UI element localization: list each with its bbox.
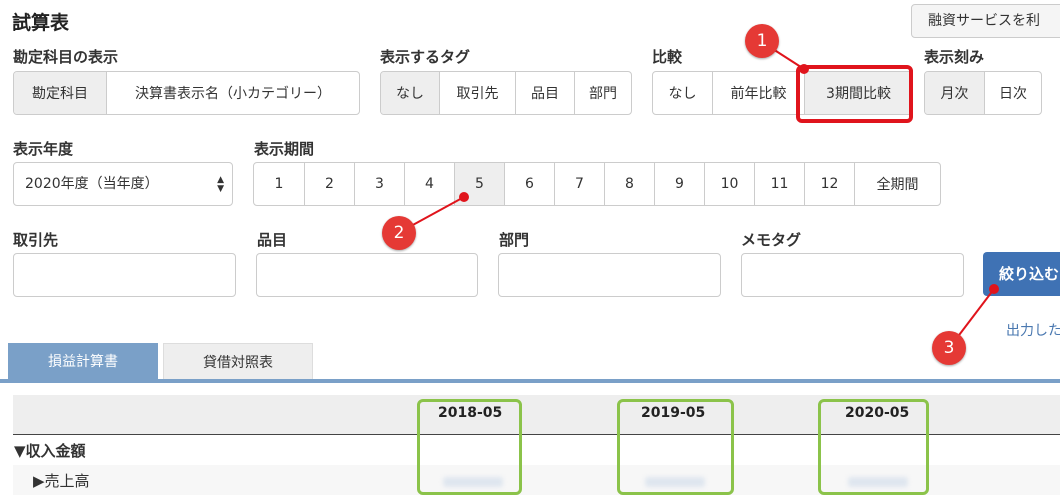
- annotation-connectors: [399, 41, 995, 348]
- annotation-marker-2: 2: [382, 216, 416, 250]
- annotation-marker-3: 3: [932, 331, 966, 365]
- annotation-dot-3: [989, 284, 999, 294]
- annotation-dot-1: [799, 64, 809, 74]
- annotation-dot-2: [459, 192, 469, 202]
- annotation-marker-1: 1: [745, 24, 779, 58]
